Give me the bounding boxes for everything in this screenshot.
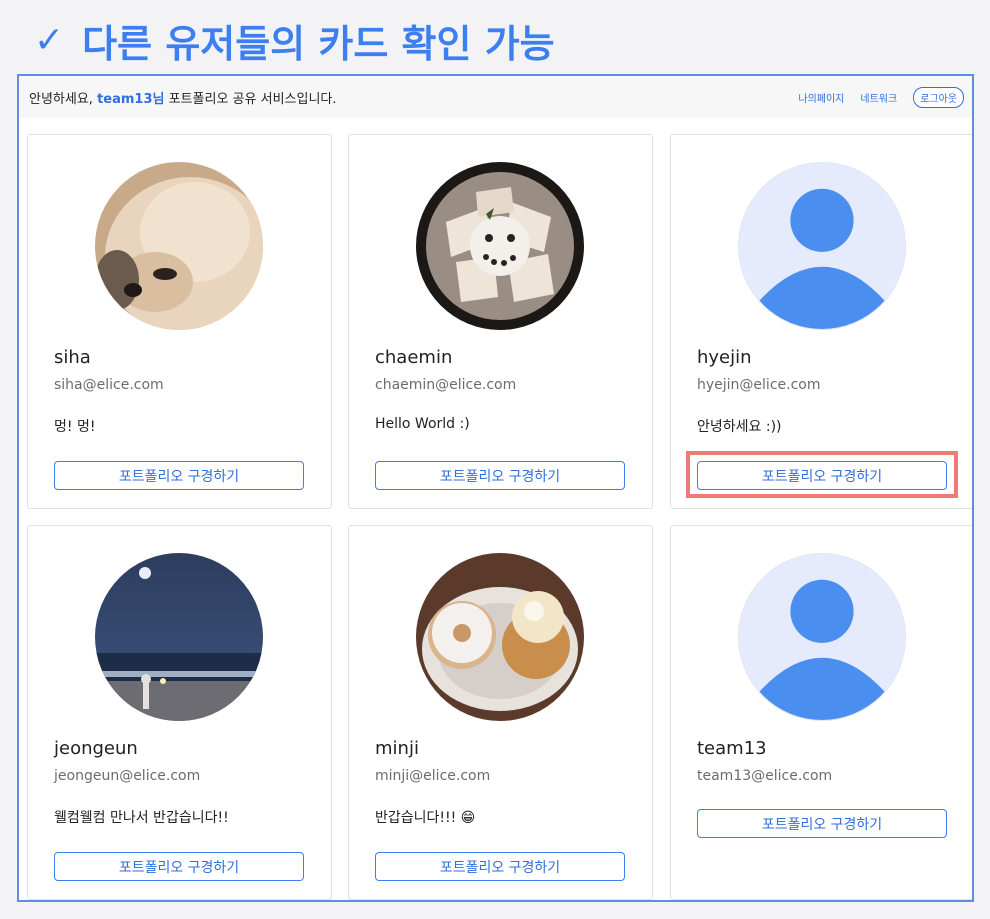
user-card: jeongeun jeongeun@elice.com 웰컴웰컴 만나서 반갑습… — [27, 525, 332, 900]
user-email: chaemin@elice.com — [375, 377, 517, 393]
user-email: hyejin@elice.com — [697, 377, 821, 393]
pomeranian-photo — [95, 162, 263, 330]
user-card: team13 team13@elice.com 포트폴리오 구경하기 — [670, 525, 972, 900]
user-card: chaemin chaemin@elice.com Hello World :)… — [348, 134, 653, 509]
user-email: minji@elice.com — [375, 768, 491, 784]
navbar: 안녕하세요, team13님 포트폴리오 공유 서비스입니다. 나의페이지 네트… — [19, 76, 972, 118]
user-card: siha siha@elice.com 멍! 멍! 포트폴리오 구경하기 — [27, 134, 332, 509]
user-email: jeongeun@elice.com — [54, 768, 201, 784]
greeting-username: team13님 — [97, 91, 165, 107]
nav-network-link[interactable]: 네트워크 — [860, 90, 897, 105]
view-portfolio-button[interactable]: 포트폴리오 구경하기 — [375, 461, 625, 490]
cracker-plate-photo — [416, 162, 584, 330]
view-portfolio-button[interactable]: 포트폴리오 구경하기 — [697, 461, 947, 490]
default-avatar-icon — [738, 553, 906, 721]
slide-title-text: 다른 유저들의 카드 확인 가능 — [82, 21, 555, 66]
user-description: 반갑습니다!!! 😁 — [375, 810, 476, 826]
view-portfolio-button[interactable]: 포트폴리오 구경하기 — [54, 852, 304, 881]
user-card: hyejin hyejin@elice.com 안녕하세요 :)) 포트폴리오 … — [670, 134, 972, 509]
nav-links: 나의페이지 네트워크 로그아웃 — [798, 86, 964, 108]
greeting: 안녕하세요, team13님 포트폴리오 공유 서비스입니다. — [29, 88, 337, 107]
check-icon: ✓ — [34, 19, 65, 61]
slide-title: ✓ 다른 유저들의 카드 확인 가능 — [34, 12, 555, 68]
user-card: minji minji@elice.com 반갑습니다!!! 😁 포트폴리오 구… — [348, 525, 653, 900]
user-name: hyejin — [697, 347, 752, 368]
user-name: siha — [54, 347, 91, 368]
user-description: Hello World :) — [375, 416, 470, 432]
donuts-photo — [416, 553, 584, 721]
view-portfolio-button[interactable]: 포트폴리오 구경하기 — [697, 809, 947, 838]
app-window: 안녕하세요, team13님 포트폴리오 공유 서비스입니다. 나의페이지 네트… — [17, 74, 974, 902]
user-description: 안녕하세요 :)) — [697, 419, 782, 435]
greeting-prefix: 안녕하세요, — [29, 91, 93, 107]
default-avatar-icon — [738, 162, 906, 330]
user-description: 멍! 멍! — [54, 419, 96, 435]
user-email: siha@elice.com — [54, 377, 164, 393]
night-beach-photo — [95, 553, 263, 721]
user-description: 웰컴웰컴 만나서 반갑습니다!! — [54, 810, 229, 826]
user-name: chaemin — [375, 347, 453, 368]
nav-mypage-link[interactable]: 나의페이지 — [798, 90, 844, 105]
view-portfolio-button[interactable]: 포트폴리오 구경하기 — [54, 461, 304, 490]
view-portfolio-button[interactable]: 포트폴리오 구경하기 — [375, 852, 625, 881]
user-email: team13@elice.com — [697, 768, 833, 784]
logout-button[interactable]: 로그아웃 — [913, 86, 964, 108]
greeting-suffix: 포트폴리오 공유 서비스입니다. — [168, 91, 337, 107]
user-name: minji — [375, 738, 419, 759]
user-name: team13 — [697, 738, 767, 759]
user-name: jeongeun — [54, 738, 138, 759]
